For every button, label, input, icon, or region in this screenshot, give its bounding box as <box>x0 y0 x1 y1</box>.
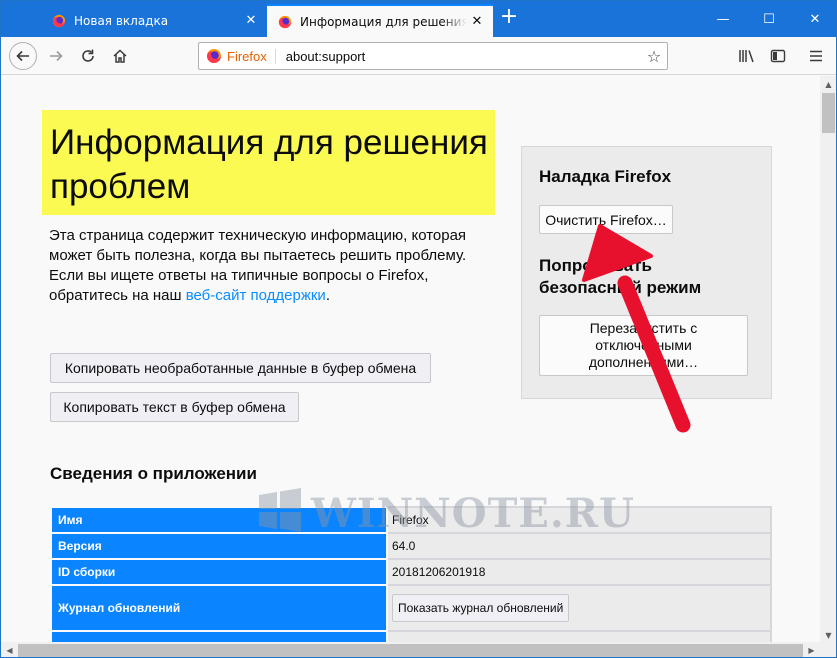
show-update-history-button[interactable]: Показать журнал обновлений <box>392 594 570 622</box>
sidebar-icon[interactable] <box>765 43 791 69</box>
table-row: ID сборки 20181206201918 <box>50 558 772 586</box>
refresh-sidebox: Наладка Firefox Очистить Firefox… Попроб… <box>521 146 772 399</box>
copy-text-button[interactable]: Копировать текст в буфер обмена <box>50 392 299 422</box>
close-tab-icon[interactable]: ✕ <box>467 14 487 29</box>
library-icon[interactable] <box>734 43 760 69</box>
row-label: Версия <box>50 532 388 560</box>
intro-text: Эта страница содержит техническую информ… <box>49 227 467 304</box>
table-row: Имя Firefox <box>50 506 772 534</box>
menu-icon[interactable] <box>803 43 829 69</box>
forward-arrow-icon[interactable] <box>43 43 69 69</box>
support-link[interactable]: веб-сайт поддержки <box>186 287 326 304</box>
page-title: Информация для решения проблем <box>42 110 495 215</box>
scroll-right-icon[interactable]: ▶ <box>803 642 820 657</box>
table-row: Версия 64.0 <box>50 532 772 560</box>
restart-without-addons-button[interactable]: Перезапустить с отключёнными дополнениям… <box>539 315 748 376</box>
browser-window: Новая вкладка ✕ Информация для решения п… <box>0 0 837 658</box>
tab-bar: Новая вкладка ✕ Информация для решения п… <box>1 1 836 37</box>
row-label: ID сборки <box>50 558 388 586</box>
app-info-table: Имя Firefox Версия 64.0 ID сборки 201812… <box>50 506 772 644</box>
refresh-firefox-button[interactable]: Очистить Firefox… <box>539 205 673 234</box>
page-content: Информация для решения проблем Эта стран… <box>1 76 820 644</box>
table-row: Журнал обновлений Показать журнал обновл… <box>50 584 772 632</box>
scroll-thumb[interactable] <box>18 644 803 657</box>
refresh-heading: Наладка Firefox <box>539 167 672 186</box>
tab-support[interactable]: Информация для решения проблем ✕ <box>267 4 493 37</box>
vertical-scrollbar[interactable]: ▲ ▼ <box>820 76 836 644</box>
close-window-button[interactable]: ✕ <box>792 1 836 37</box>
horizontal-scrollbar[interactable]: ◀ ▶ <box>1 642 820 657</box>
firefox-icon <box>52 14 66 27</box>
copy-raw-data-button[interactable]: Копировать необработанные данные в буфер… <box>50 353 431 383</box>
safe-mode-heading: Попробовать безопасный режим <box>539 256 702 297</box>
maximize-button[interactable]: ☐ <box>746 1 792 37</box>
scroll-left-icon[interactable]: ◀ <box>1 642 18 657</box>
firefox-icon <box>278 15 292 28</box>
row-label: Имя <box>50 506 388 534</box>
app-info-heading: Сведения о приложении <box>50 464 257 483</box>
row-value: 64.0 <box>386 532 772 560</box>
tab-title: Новая вкладка <box>74 13 169 28</box>
url-text[interactable]: about:support <box>286 49 641 64</box>
row-value: Показать журнал обновлений <box>386 584 772 632</box>
close-tab-icon[interactable]: ✕ <box>241 13 261 28</box>
url-bar[interactable]: Firefox about:support ☆ <box>198 42 668 70</box>
row-value: Firefox <box>386 506 772 534</box>
tab-title: Информация для решения проблем <box>300 14 467 29</box>
row-value: 20181206201918 <box>386 558 772 586</box>
minimize-button[interactable]: — <box>700 1 746 37</box>
reload-icon[interactable] <box>75 43 101 69</box>
navigation-bar: Firefox about:support ☆ <box>1 37 836 75</box>
back-arrow-icon[interactable] <box>9 42 37 70</box>
home-icon[interactable] <box>107 43 133 69</box>
bookmark-star-icon[interactable]: ☆ <box>641 47 667 66</box>
scroll-thumb[interactable] <box>822 93 835 133</box>
row-label: Журнал обновлений <box>50 584 388 632</box>
identity-label[interactable]: Firefox <box>227 48 276 64</box>
scroll-up-icon[interactable]: ▲ <box>820 76 836 93</box>
new-tab-icon[interactable]: + <box>498 6 520 29</box>
firefox-icon <box>207 49 221 63</box>
tab-new-tab[interactable]: Новая вкладка ✕ <box>41 4 267 37</box>
